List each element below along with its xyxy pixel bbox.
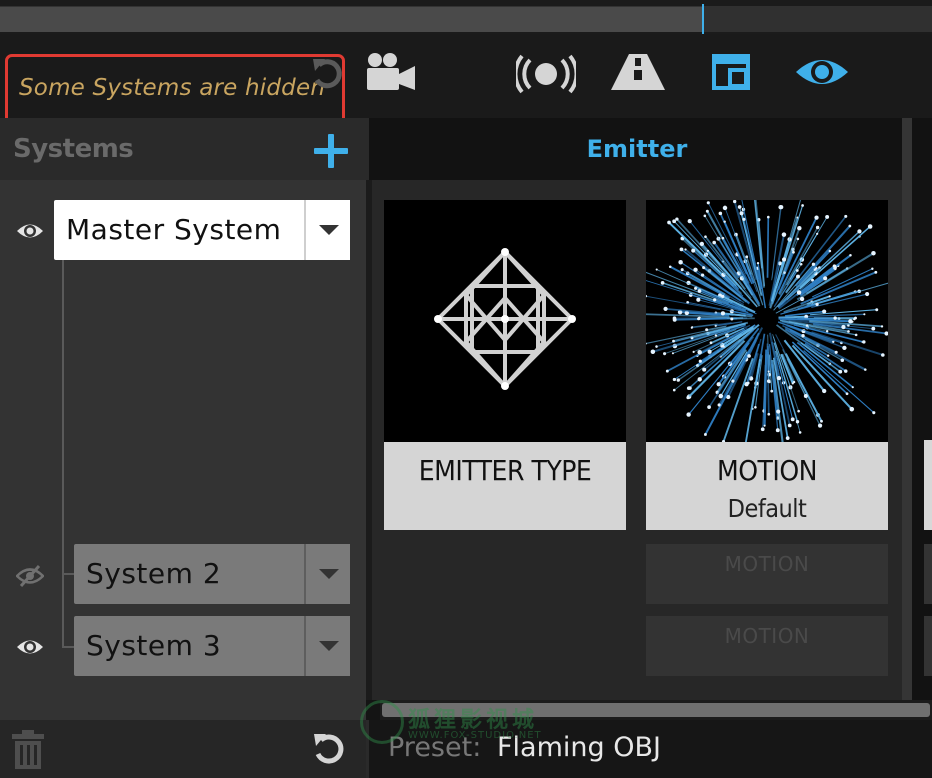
visibility-eye-icon[interactable] <box>16 221 44 241</box>
motion-module[interactable]: MOTION Default <box>646 200 888 530</box>
emitter-type-caption: EMITTER TYPE <box>384 442 626 530</box>
emitter-modules-area: EMITTER TYPE MOTION Default MOTION MOTIO… <box>366 180 932 700</box>
systems-panel: Systems Master System System 2 System 3 <box>0 118 366 720</box>
module-title: EMITTER TYPE <box>418 454 592 487</box>
eye-icon[interactable] <box>794 54 850 90</box>
systems-title: Systems <box>13 134 134 164</box>
system-label: Master System <box>66 213 282 246</box>
hidden-systems-notice-text: Some Systems are hidden <box>19 75 326 101</box>
empty-motion-slot[interactable]: MOTION <box>646 544 888 604</box>
empty-slot-label: MOTION <box>724 552 810 576</box>
chevron-down-icon[interactable] <box>304 200 350 260</box>
hidden-eye-icon[interactable] <box>16 565 44 587</box>
toolbar: Some Systems are hidden <box>0 34 932 143</box>
playhead[interactable] <box>702 4 704 34</box>
particle-burst-icon <box>646 200 888 442</box>
empty-motion-slot[interactable]: MOTION <box>646 616 888 676</box>
systems-footer <box>0 720 366 778</box>
system-label: System 3 <box>86 629 222 662</box>
window-icon[interactable] <box>712 54 750 90</box>
scrollbar-thumb[interactable] <box>382 703 930 717</box>
timeline[interactable] <box>0 0 932 34</box>
preset-label: Preset: <box>388 732 482 763</box>
panel-divider <box>902 118 912 700</box>
reset-icon[interactable] <box>312 732 348 768</box>
road-icon[interactable] <box>609 52 667 92</box>
system-3-dropdown[interactable]: System 3 <box>74 616 350 676</box>
camera-icon[interactable] <box>365 52 417 92</box>
systems-header: Systems <box>0 118 366 180</box>
emitter-type-thumbnail <box>384 200 626 442</box>
timeline-remaining <box>704 6 932 32</box>
next-module-edge <box>924 180 932 200</box>
motion-thumbnail <box>646 200 888 442</box>
chevron-down-icon[interactable] <box>304 544 350 604</box>
system-2-dropdown[interactable]: System 2 <box>74 544 350 604</box>
tree-line <box>62 260 64 648</box>
add-system-button[interactable] <box>312 132 350 170</box>
trash-icon[interactable] <box>10 728 46 770</box>
preset-value[interactable]: Flaming OBJ <box>497 732 661 763</box>
motion-caption: MOTION Default <box>646 442 888 530</box>
preset-bar[interactable]: Preset: Flaming OBJ <box>366 720 932 778</box>
next-slot-edge <box>924 544 932 604</box>
emitter-title: Emitter <box>586 135 688 163</box>
chevron-down-icon[interactable] <box>304 616 350 676</box>
reset-icon[interactable] <box>311 56 347 94</box>
emitter-shape-icon <box>434 248 576 390</box>
next-column-edge <box>912 118 932 700</box>
module-title: MOTION <box>716 454 818 487</box>
empty-slot-label: MOTION <box>724 624 810 648</box>
module-subtitle: Default <box>727 494 807 523</box>
horizontal-scrollbar[interactable] <box>380 700 932 720</box>
emitter-header: Emitter <box>366 118 932 180</box>
tree-line <box>62 646 74 648</box>
tree-line <box>62 573 74 575</box>
next-slot-edge <box>924 616 932 676</box>
broadcast-icon[interactable] <box>516 54 576 94</box>
emitter-type-module[interactable]: EMITTER TYPE <box>384 200 626 530</box>
visibility-eye-icon[interactable] <box>16 637 44 657</box>
next-module-edge <box>924 440 932 530</box>
system-label: System 2 <box>86 557 222 590</box>
master-system-dropdown[interactable]: Master System <box>54 200 350 260</box>
